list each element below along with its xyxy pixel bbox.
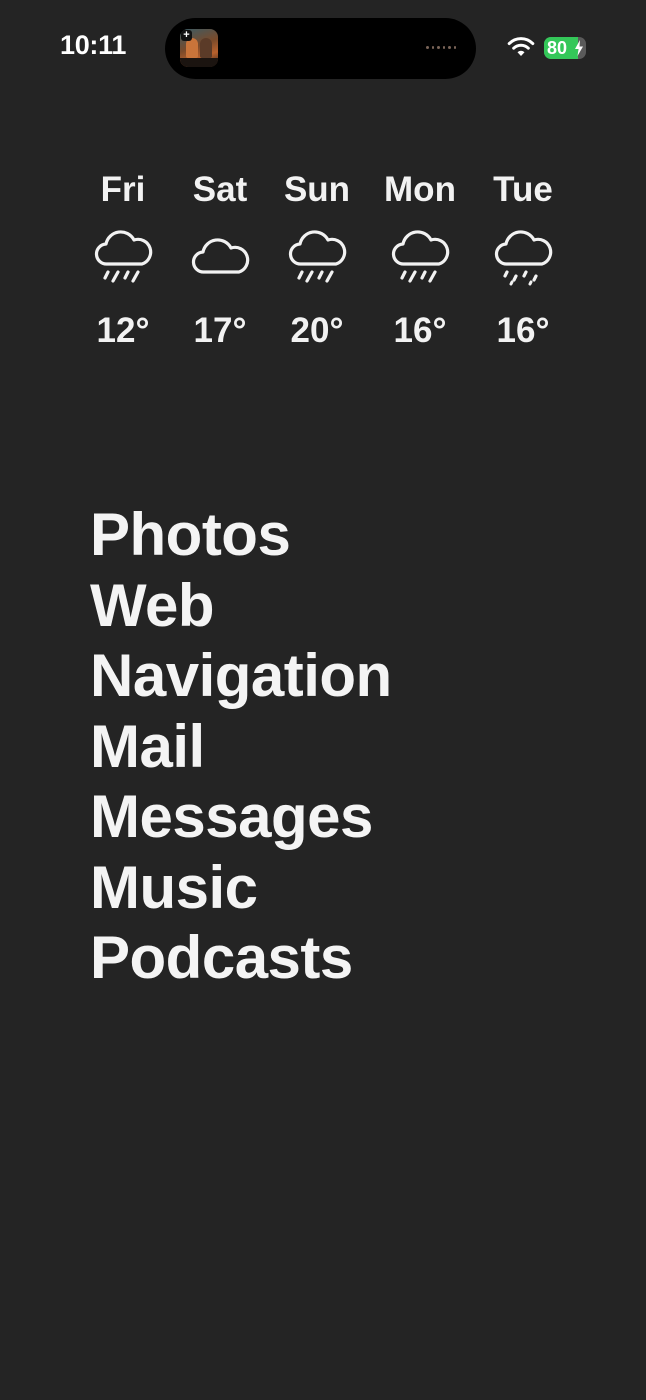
day-temperature: 16° [496,311,550,350]
charging-bolt-icon [575,40,583,56]
app-item-messages[interactable]: Messages [90,782,392,853]
app-item-web[interactable]: Web [90,571,392,642]
app-item-mail[interactable]: Mail [90,712,392,783]
forecast-day[interactable]: Sun 20° [264,168,370,358]
drizzle-icon [494,230,553,286]
day-temperature: 17° [193,311,247,350]
status-bar: 10:11 + 80 [0,0,646,96]
cloud-icon [191,238,250,274]
rain-icon [391,230,450,283]
album-artwork-icon[interactable]: + [180,29,218,67]
day-temperature: 12° [96,311,150,350]
app-item-music[interactable]: Music [90,853,392,924]
day-name: Tue [493,170,553,209]
forecast-day[interactable]: Mon 16° [367,168,473,358]
forecast-day[interactable]: Fri 12° [70,168,176,358]
day-temperature: 20° [290,311,344,350]
dynamic-island[interactable]: + [165,18,476,79]
status-time: 10:11 [60,30,127,60]
app-list: Photos Web Navigation Mail Messages Musi… [90,500,392,994]
app-item-photos[interactable]: Photos [90,500,392,571]
app-item-podcasts[interactable]: Podcasts [90,923,392,994]
forecast-day[interactable]: Tue 16° [470,168,576,358]
weather-forecast[interactable]: Fri 12° Sat 17° Sun 20° Mon 16° Tue 16° [70,168,576,358]
rain-icon [288,230,347,283]
day-name: Mon [384,170,456,209]
day-name: Fri [100,170,146,209]
battery-percent: 80 [547,38,568,58]
rain-icon [94,230,153,283]
battery-indicator: 80 [544,37,586,59]
wifi-icon [507,37,535,56]
audio-waveform-icon [426,46,456,49]
day-temperature: 16° [393,311,447,350]
day-name: Sat [192,170,248,209]
forecast-day[interactable]: Sat 17° [167,168,273,358]
app-item-navigation[interactable]: Navigation [90,641,392,712]
day-name: Sun [283,170,351,209]
